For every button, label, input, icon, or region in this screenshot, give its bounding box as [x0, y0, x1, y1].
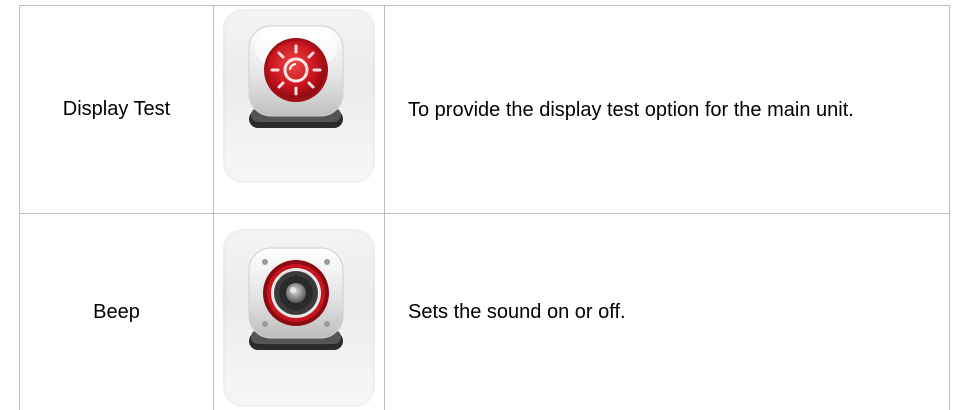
table-row: Beep — [20, 214, 950, 410]
feature-name: Beep — [20, 214, 214, 410]
feature-description: Sets the sound on or off. — [385, 214, 950, 410]
speaker-icon — [245, 246, 347, 356]
display-test-icon — [245, 24, 347, 134]
feature-table: Display Test — [19, 5, 950, 410]
icon-tile — [223, 9, 375, 183]
icon-tile — [223, 229, 375, 407]
feature-icon-cell — [214, 214, 385, 410]
feature-name: Display Test — [20, 6, 214, 214]
table-row: Display Test — [20, 6, 950, 214]
feature-description: To provide the display test option for t… — [385, 6, 950, 214]
feature-icon-cell — [214, 6, 385, 214]
